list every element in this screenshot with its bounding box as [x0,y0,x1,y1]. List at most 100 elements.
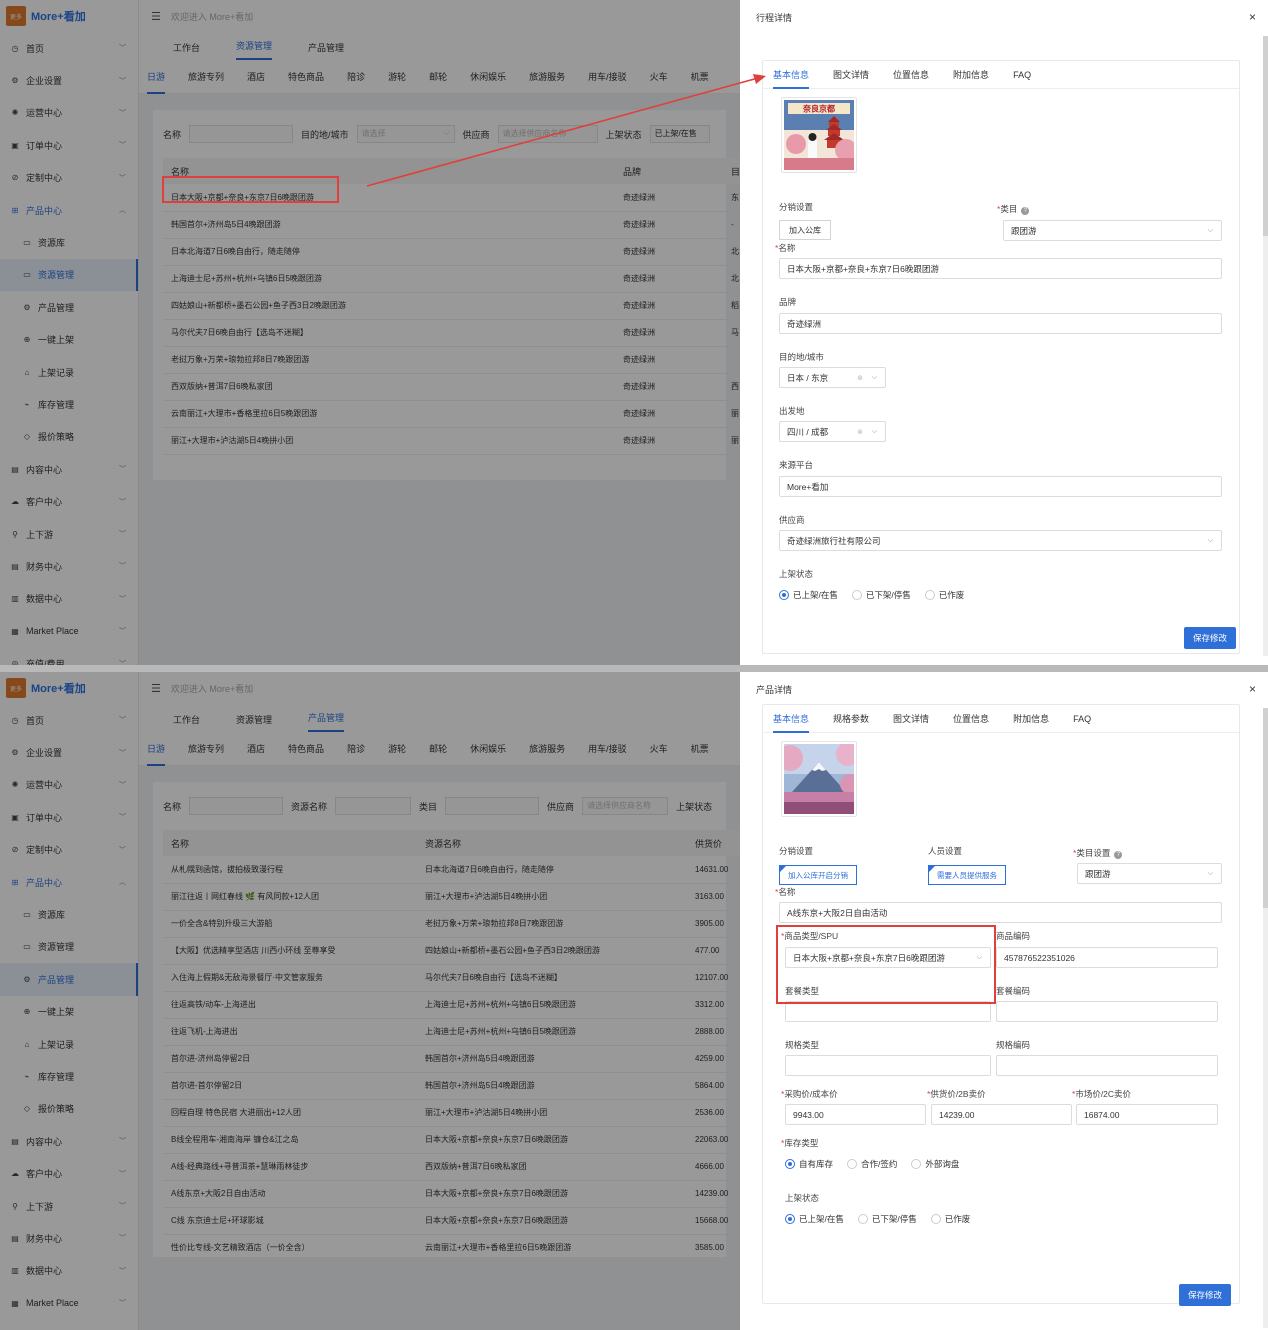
category-tab[interactable]: 游轮 [388,732,406,766]
drawer-tab-extra[interactable]: 附加信息 [1013,705,1049,733]
sidebar-item[interactable]: ▥ 数据中心 ﹀ [0,583,138,615]
table-row[interactable]: 上海迪士尼+苏州+杭州+乌镇6日5晚跟团游 奇迹绿洲北 [163,265,763,293]
brand-logo[interactable]: 更多 More+看加 [0,672,138,704]
drawer-tab-basic[interactable]: 基本信息 [773,705,810,733]
sidebar-item[interactable]: ⚲ 上下游 ﹀ [0,518,138,550]
category-tab[interactable]: 陪诊 [347,732,365,766]
sidebar-item[interactable]: ⚲ 上下游 ﹀ [0,1190,138,1222]
join-public-library-button[interactable]: 加入公库 [779,220,831,240]
tab-resource-management[interactable]: 资源管理 [236,39,273,60]
help-icon[interactable]: ? [1021,207,1030,215]
sidebar-item[interactable]: ▭ 资源管理 [0,931,138,963]
filter-status-select[interactable]: 已上架/在售 [649,125,710,143]
sidebar-item[interactable]: ⊘ 定制中心 ﹀ [0,834,138,866]
sidebar-item[interactable]: ▤ 财务中心 ﹀ [0,550,138,582]
drawer-tab-extra[interactable]: 附加信息 [953,61,989,89]
table-row[interactable]: 马尔代夫7日6晚自由行【选岛不迷糊】 奇迹绿洲马 [163,319,763,347]
sidebar-item[interactable]: ▦ Market Place ﹀ [0,615,138,647]
sidebar-item[interactable]: ▭ 资源管理 [0,258,138,292]
sidebar-item[interactable]: ◷ 首页 ﹀ [0,32,138,64]
menu-toggle-icon[interactable]: ☰ [151,10,161,23]
drawer-tab-location[interactable]: 位置信息 [953,705,989,733]
radio-delisted[interactable]: 已下架/停售 [857,1213,917,1225]
sidebar-item[interactable]: ▣ 订单中心 ﹀ [0,129,138,161]
spec-code-input[interactable] [996,1055,1218,1076]
filter-supplier-select[interactable]: 请选择供应商名称 [497,125,598,143]
close-icon[interactable]: × [1249,682,1256,696]
filter-dest-select[interactable]: 请选择 ⌵ [356,125,455,143]
sidebar-item[interactable]: ⚙ 企业设置 ﹀ [0,64,138,96]
supplier-select[interactable]: 奇迹绿洲旅行社有限公司 ⌵ [779,530,1222,551]
sidebar-item[interactable]: ◷ 首页 ﹀ [0,704,138,736]
radio-external-inquiry[interactable]: 外部询盘 [911,1158,959,1170]
drawer-scrollbar[interactable] [1263,36,1268,656]
package-type-input[interactable] [785,1001,991,1022]
filter-supplier-select[interactable]: 请选择供应商名称 [582,797,669,815]
table-row[interactable]: 入住海上假期&无敌海景餐厅·中文管家服务 马尔代夫7日6晚自由行【选岛不迷糊】 12… [163,964,763,992]
category-tab[interactable]: 火车 [650,732,668,766]
radio-contract[interactable]: 合作/签约 [847,1158,897,1170]
brand-input[interactable]: 奇迹绿洲 [779,313,1222,334]
drawer-tab-faq[interactable]: FAQ [1073,705,1091,733]
close-icon[interactable]: × [1249,10,1256,24]
product-cover-image[interactable]: 奈良京都 [781,97,857,173]
category-tab[interactable]: 机票 [691,60,709,94]
sidebar-item[interactable]: ✺ 运营中心 ﹀ [0,769,138,801]
radio-voided[interactable]: 已作废 [924,589,964,601]
sidebar-item[interactable]: ☁ 客户中心 ﹀ [0,485,138,517]
category-tab[interactable]: 休闲娱乐 [470,60,506,94]
table-row[interactable]: 云南丽江+大理市+香格里拉6日5晚跟团游 奇迹绿洲丽 [163,400,763,428]
sidebar-item[interactable]: ◇ 报价策略 [0,1093,138,1125]
product-code-input[interactable]: 457876522351026 [996,947,1218,968]
category-tab[interactable]: 休闲娱乐 [470,732,506,766]
category-select[interactable]: 跟团游 ⌵ [1003,220,1222,241]
sidebar-item[interactable]: ▭ 资源库 [0,226,138,258]
departure-cascader[interactable]: 四川 / 成都 ⊗ ⌵ [779,421,886,442]
tab-workbench[interactable]: 工作台 [173,41,200,60]
table-row[interactable]: 西双版纳+普洱7日6晚私家团 奇迹绿洲西 [163,373,763,401]
sidebar-item[interactable]: ⊕ 一键上架 [0,996,138,1028]
sidebar-item[interactable]: ◎充值/费用﹀ [0,647,138,665]
table-row[interactable]: 四姑娘山+新都桥+墨石公园+鱼子西3日2晚跟团游 奇迹绿洲稻 [163,292,763,320]
spec-type-input[interactable] [785,1055,991,1076]
table-row[interactable]: 回程自理 特色民宿 大进丽出+12人团 丽江+大理市+泸沽湖5日4晚拼小团 2536… [163,1099,763,1127]
category-tab[interactable]: 特色商品 [288,60,324,94]
sidebar-item[interactable]: ⊕ 一键上架 [0,324,138,356]
help-icon[interactable]: ? [1114,851,1123,859]
drawer-tab-faq[interactable]: FAQ [1013,61,1031,89]
name-input[interactable]: 日本大阪+京都+奈良+东京7日6晚跟团游 [779,258,1222,279]
table-row[interactable]: 丽江+大理市+泸沽湖5日4晚拼小团 奇迹绿洲丽 [163,427,763,455]
clear-icon[interactable]: ⊗ [857,428,863,436]
sidebar-item[interactable]: ▦ Market Place ﹀ [0,1287,138,1319]
sidebar-item[interactable]: ▭ 资源库 [0,898,138,930]
name-input[interactable]: A线东京+大阪2日自由活动 [779,902,1222,923]
sidebar-item[interactable]: ⌂ 上架记录 [0,356,138,388]
table-row[interactable]: 往返高铁/动车-上海进出 上海迪士尼+苏州+杭州+乌镇6日5晚跟团游 3312.00 [163,991,763,1019]
drawer-tab-rich-detail[interactable]: 图文详情 [833,61,869,89]
table-row[interactable]: C线 东京迪士尼+环球影城 日本大阪+京都+奈良+东京7日6晚跟团游 15668.0… [163,1207,763,1235]
radio-delisted[interactable]: 已下架/停售 [851,589,911,601]
category-tab[interactable]: 酒店 [247,60,265,94]
category-tab[interactable]: 用车/接驳 [588,60,627,94]
save-changes-button[interactable]: 保存修改 [1178,1284,1231,1306]
category-tab[interactable]: 机票 [691,732,709,766]
sidebar-item[interactable]: ◎充值/费用﹀ [0,1319,138,1330]
sidebar-item[interactable]: ⚙ 产品管理 [0,963,138,996]
sidebar-item[interactable]: ⌁ 库存管理 [0,388,138,420]
radio-listed[interactable]: 已上架/在售 [785,1213,844,1225]
category-tab[interactable]: 邮轮 [429,60,447,94]
category-tab[interactable]: 特色商品 [288,732,324,766]
sidebar-item[interactable]: ⚙ 产品管理 [0,291,138,323]
category-tab[interactable]: 旅游专列 [188,60,224,94]
table-row[interactable]: 老挝万象+万荣+琅勃拉邦8日7晚跟团游 奇迹绿洲 [163,346,763,374]
table-row[interactable]: A线-经典路线+寻普洱茶+慧琳雨林徒步 西双版纳+普洱7日6晚私家团 4666.00 [163,1153,763,1181]
brand-logo[interactable]: 更多 More+看加 [0,0,138,32]
sidebar-item[interactable]: ▤ 内容中心 ﹀ [0,1125,138,1157]
table-row[interactable]: 从札幌到函馆，拔拍极致漫行程 日本北海道7日6晚自由行，随走随停 14631.00 [163,856,763,884]
category-tab[interactable]: 用车/接驳 [588,732,627,766]
sidebar-item[interactable]: ✺ 运营中心 ﹀ [0,97,138,129]
category-tab[interactable]: 旅游服务 [529,60,565,94]
radio-listed[interactable]: 已上架/在售 [779,589,838,601]
sidebar-item[interactable]: ▣ 订单中心 ﹀ [0,801,138,833]
filter-name-input[interactable] [189,797,284,815]
